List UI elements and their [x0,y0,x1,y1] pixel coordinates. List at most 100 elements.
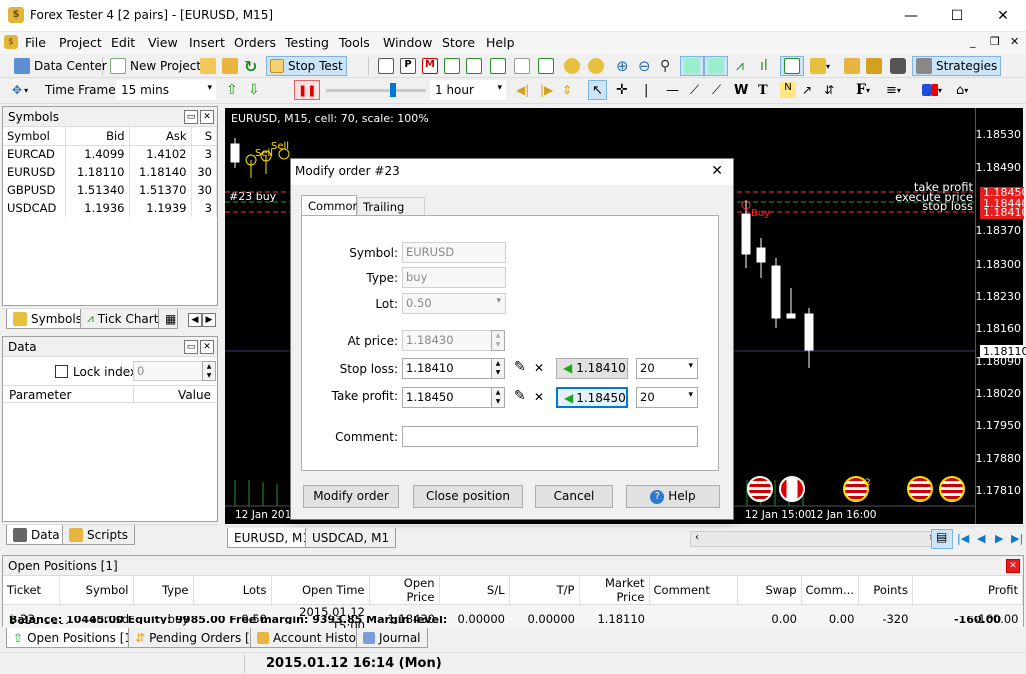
menu-window[interactable]: Window [383,35,432,50]
ray-button[interactable]: ⟋ [708,80,725,100]
table-row[interactable]: EURUSD 1.18110 1.18140 30 [3,163,217,181]
menu-view[interactable]: View [148,35,178,50]
prev-page-icon[interactable]: ◀ [977,532,985,545]
label-button[interactable]: N [776,80,800,100]
coin-sell-button[interactable] [584,56,608,76]
close-all-button[interactable] [486,56,510,76]
text-button[interactable]: T [754,80,772,100]
lock-index-input[interactable]: 0 [133,361,203,381]
tab-more[interactable]: ▦ [158,309,178,329]
candle-chart-button[interactable] [780,56,804,76]
chart-list-button[interactable]: ▤ [931,529,953,549]
col-sl[interactable]: S/L [439,576,510,605]
lock-index-spinner[interactable]: ▲ ▼ [202,361,216,381]
add-indicator-button[interactable]: ▾ [806,56,834,76]
strategies-button[interactable]: Strategies [912,56,1002,76]
type-field[interactable]: buy [402,267,506,288]
time-frame-select[interactable]: 15 mins ▾ [116,80,216,100]
menu-insert[interactable]: Insert [189,35,225,50]
trend-line-button[interactable]: ⟋ [686,80,703,100]
clear-x-icon[interactable]: ✕ [534,361,544,375]
chart-scrollbar[interactable]: ‹ › [690,531,940,547]
us-flag-icon[interactable] [747,476,773,502]
fibo-button[interactable]: ⇵ [820,80,838,100]
step-bar-button[interactable]: ⇕ [558,80,576,100]
col-swap[interactable]: Swap [737,576,802,605]
horizontal-line-button[interactable]: — [662,80,683,100]
at-price-spinner[interactable]: ▲ ▼ [491,330,505,351]
zoom-in-button[interactable]: ⊕ [612,56,633,76]
tab-usdcad[interactable]: USDCAD, M1 [305,528,397,548]
vertical-line-button[interactable]: | [640,80,652,100]
table-row[interactable]: GBPUSD 1.51340 1.51370 30 [3,181,217,199]
stop-loss-field[interactable]: 1.18410 [402,358,492,379]
col-parameter[interactable]: Parameter [9,388,71,402]
data-center-button[interactable]: Data Center [10,56,111,76]
at-price-field[interactable]: 1.18430 [402,330,492,351]
set-stop-loss-button[interactable]: ◀ 1.18410 [556,358,628,379]
canada-flag-icon[interactable] [779,476,805,502]
tab-tick-chart[interactable]: ⩘ Tick Chart [80,309,166,329]
step-back-button[interactable]: ◀| [512,80,533,100]
clear-x-icon[interactable]: ✕ [534,390,544,404]
line-style-button[interactable]: ≡ ▾ [882,80,905,100]
lock-index-checkbox[interactable] [55,365,68,378]
panel-close-icon[interactable]: ✕ [1006,559,1020,573]
us-flag-icon[interactable] [907,476,933,502]
tab-symbols[interactable]: Symbols [6,309,89,329]
close-order-button[interactable] [462,56,486,76]
bar-chart-button[interactable]: ıl [756,56,772,76]
tab-pending-orders[interactable]: ⇵ Pending Orders [0] [128,628,270,648]
screenshot-button[interactable] [886,56,910,76]
mdi-minimize-button[interactable]: _ [970,35,976,48]
tab-open-positions[interactable]: ⇧ Open Positions [1] [6,628,144,648]
col-symbol[interactable]: Symbol [59,576,134,605]
first-page-icon[interactable]: |◀ [957,532,969,545]
menu-edit[interactable]: Edit [111,35,135,50]
us-flag-icon[interactable] [939,476,965,502]
pipette-icon[interactable]: ✎ [514,359,526,375]
col-open-price[interactable]: Open Price [369,576,440,605]
next-page-icon[interactable]: ▶ [995,532,1003,545]
chart-shift-button[interactable] [680,56,704,76]
col-open-time[interactable]: Open Time [271,576,370,605]
line-chart-button[interactable]: ⩘ [732,56,748,76]
save-project-button[interactable] [218,56,242,76]
col-commission[interactable]: Comm... [801,576,859,605]
templates-button[interactable] [840,56,864,76]
mdi-close-button[interactable]: ✕ [1010,35,1019,48]
stop-loss-pips-select[interactable]: 20 ▾ [636,358,698,379]
stop-test-button[interactable]: Stop Test [266,56,347,76]
close-window-button[interactable]: ✕ [980,0,1026,32]
modify-order-button[interactable]: Modify order [303,485,399,508]
wave-button[interactable]: W [730,80,752,100]
pipette-icon[interactable]: ✎ [514,388,526,404]
search-button[interactable]: ⚲ [656,56,674,76]
speed-slider-track[interactable] [326,83,426,97]
market-order-button[interactable]: M [418,56,442,76]
dialog-close-icon[interactable]: ✕ [711,163,723,179]
zoom-out-button[interactable]: ⊖ [634,56,655,76]
next-timeframe-button[interactable]: ⇩ [244,80,264,100]
app-menu-icon[interactable]: $ [4,35,18,49]
speed-select[interactable]: 1 hour ▾ [430,80,506,100]
close-position-button[interactable]: Close position [413,485,523,508]
menu-testing[interactable]: Testing [285,35,329,50]
take-profit-spinner[interactable]: ▲ ▼ [491,387,505,408]
clear-button[interactable] [862,56,886,76]
table-row[interactable]: EURCAD 1.4099 1.4102 3 [3,145,217,163]
tab-common[interactable]: Common [301,195,360,216]
step-forward-button[interactable]: |▶ [536,80,557,100]
panel-close-icon[interactable]: ✕ [200,110,214,124]
pause-button[interactable]: ❚❚ [294,80,321,100]
menu-orders[interactable]: Orders [234,35,276,50]
take-profit-field[interactable]: 1.18450 [402,387,492,408]
tab-scroll-left-icon[interactable]: ◀ [188,313,202,327]
tab-trailing-stop[interactable]: Trailing stop [357,197,425,228]
tab-scripts[interactable]: Scripts [62,525,136,545]
minimize-button[interactable]: — [888,0,934,32]
lock-button[interactable] [534,56,558,76]
symbol-field[interactable]: EURUSD [402,242,506,263]
modify-order-button[interactable] [440,56,464,76]
toolbar-options-button[interactable]: ✥ ▾ [8,80,32,100]
